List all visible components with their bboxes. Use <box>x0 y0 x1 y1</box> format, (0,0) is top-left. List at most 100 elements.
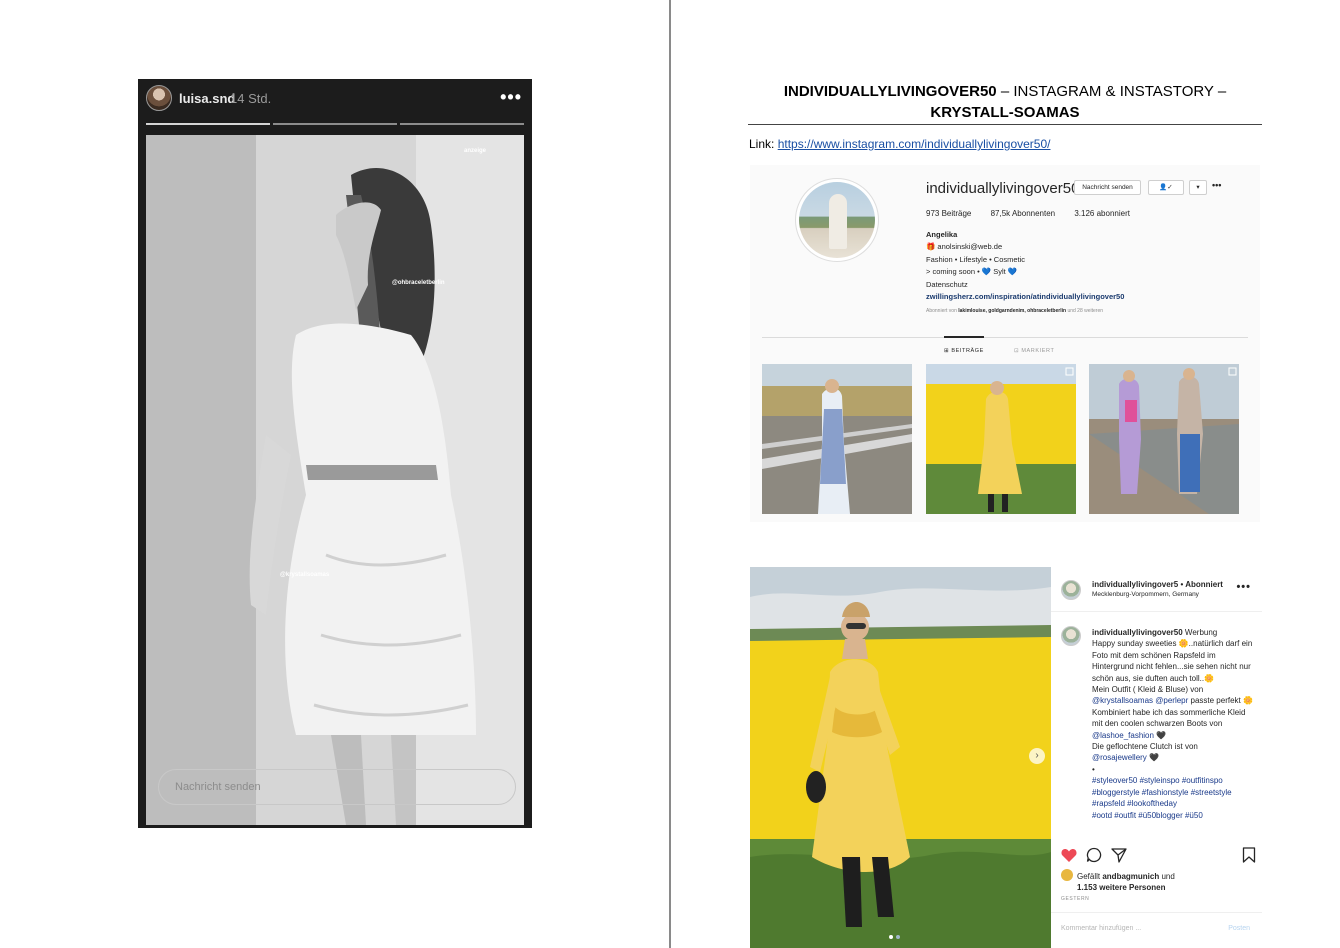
follow-status[interactable]: • Abonniert <box>1178 580 1223 589</box>
link-label: Link: <box>749 137 778 151</box>
post-author-avatar[interactable] <box>1061 580 1081 600</box>
instagram-profile-screenshot: individuallylivingover50 Nachricht sende… <box>750 165 1260 522</box>
story-progress-segment <box>400 123 524 125</box>
followed-by: Abonniert von lakimlouise, goldgarndenim… <box>926 308 1103 314</box>
following-count[interactable]: 3.126 abonniert <box>1074 209 1130 218</box>
profile-url-link[interactable]: https://www.instagram.com/individuallyli… <box>778 137 1051 151</box>
profile-tabs-divider <box>762 337 1248 338</box>
likes-mid: und <box>1159 872 1175 881</box>
bio-line: Datenschutz <box>926 279 968 289</box>
posts-count: 973 Beiträge <box>926 209 972 218</box>
followers-count[interactable]: 87,5k Abonnenten <box>991 209 1056 218</box>
grid-post-image <box>1089 364 1239 514</box>
story-header: luisa.snd 14 Std. ••• <box>138 79 532 119</box>
caption-username[interactable]: individuallylivingover50 <box>1092 628 1183 637</box>
grid-post-image <box>926 364 1076 514</box>
next-image-icon[interactable]: › <box>1029 748 1045 764</box>
story-username[interactable]: luisa.snd <box>179 91 235 106</box>
profile-username: individuallylivingover50 <box>926 180 1080 197</box>
post-header-divider <box>1051 611 1262 612</box>
hashtags[interactable]: #ootd #outfit #ü50blogger #ü50 <box>1092 810 1255 821</box>
comment-input[interactable]: Kommentar hinzufügen ... <box>1061 925 1141 932</box>
caption-text: 🖤 <box>1153 730 1167 740</box>
document-link-line: Link: https://www.instagram.com/individu… <box>749 137 1050 151</box>
story-progress-segment <box>146 123 270 125</box>
story-avatar[interactable] <box>146 85 172 111</box>
bio-website-link[interactable]: zwillingsherz.com/inspiration/atindividu… <box>926 291 1124 303</box>
comment-icon[interactable] <box>1086 847 1102 863</box>
mention-link[interactable]: @perlepr <box>1153 696 1188 705</box>
grid-post[interactable] <box>762 364 912 514</box>
followed-by-names[interactable]: lakimlouise, goldgarndenim, ohbraceletbe… <box>958 308 1066 314</box>
caption-text: Werbung <box>1182 628 1218 637</box>
post-author: individuallylivingover5 • Abonniert <box>1092 580 1223 589</box>
liker-avatar[interactable] <box>1061 869 1073 881</box>
post-comment-button[interactable]: Posten <box>1228 925 1250 932</box>
caption-text: Die geflochtene Clutch ist von <box>1092 742 1198 752</box>
likes-count[interactable]: 1.153 weitere Personen <box>1077 883 1166 892</box>
grid-post-image <box>762 364 912 514</box>
title-suffix: – INSTAGRAM & INSTASTORY – <box>996 83 1227 100</box>
caption-text: Mein Outfit ( Kleid & Bluse) von <box>1092 685 1204 695</box>
grid-post[interactable] <box>926 364 1076 514</box>
caption-text: 🖤 <box>1146 753 1159 763</box>
post-actions <box>1061 847 1256 865</box>
story-timestamp: 14 Std. <box>230 91 272 106</box>
mention-link[interactable]: @rosajewellery <box>1092 753 1147 762</box>
bio-line: Fashion • Lifestyle • Cosmetic <box>926 254 1026 264</box>
post-date: GESTERN <box>1061 896 1090 902</box>
bio-email: 🎁 anolsinski@web.de <box>926 242 1003 252</box>
comment-divider <box>1051 912 1262 913</box>
document-title: INDIVIDUALLYLIVINGOVER50 – INSTAGRAM & I… <box>750 81 1260 123</box>
title-underline <box>748 124 1262 125</box>
post-caption: individuallylivingover50 Werbung Happy s… <box>1092 627 1255 839</box>
caption-text: passte perfekt 🌼 <box>1188 696 1253 706</box>
share-icon[interactable] <box>1111 847 1127 863</box>
followed-by-suffix: und 28 weiteren <box>1066 308 1104 314</box>
story-tag-anzeige: anzeige <box>464 148 487 154</box>
profile-bio: Angelika 🎁 anolsinski@web.de Fashion • L… <box>926 229 1124 303</box>
title-account: INDIVIDUALLYLIVINGOVER50 <box>783 83 997 100</box>
story-image: anzeige @ohbraceletberlin @krystallsoama… <box>146 135 524 825</box>
likes-summary: Gefällt andbagmunich und 1.153 weitere P… <box>1061 869 1175 893</box>
mention-link[interactable]: @lashoe_fashion <box>1092 731 1154 740</box>
followed-by-prefix: Abonniert von <box>926 308 959 314</box>
bio-name: Angelika <box>926 230 958 239</box>
more-options-icon[interactable]: ••• <box>500 87 522 108</box>
likes-prefix: Gefällt <box>1077 872 1103 881</box>
active-tab-indicator <box>944 336 984 338</box>
following-button[interactable]: 👤✓ <box>1148 180 1184 195</box>
title-brand: KRYSTALL-SOAMAS <box>930 104 1080 121</box>
story-message-input[interactable]: Nachricht senden <box>158 769 516 805</box>
profile-avatar[interactable] <box>795 178 879 262</box>
story-photo-illustration <box>146 135 524 825</box>
post-photo-illustration <box>750 567 1051 948</box>
like-heart-icon[interactable] <box>1061 848 1077 863</box>
caption-text: Happy sunday sweeties 🌼..natürlich darf … <box>1092 639 1253 683</box>
grid-post[interactable] <box>1089 364 1239 514</box>
tab-posts[interactable]: ⊞ BEITRÄGE <box>944 348 984 354</box>
suggestions-dropdown-button[interactable]: ▾ <box>1189 180 1207 195</box>
story-progress-bars <box>146 123 524 126</box>
post-more-icon[interactable]: ••• <box>1236 581 1251 593</box>
save-bookmark-icon[interactable] <box>1242 847 1256 863</box>
story-tag-brand[interactable]: @krystallsoamas <box>280 572 329 578</box>
instagram-story: luisa.snd 14 Std. ••• anzeige @ohbracele… <box>138 79 532 828</box>
tab-tagged[interactable]: ⊡ MARKIERT <box>1014 348 1054 354</box>
caption-avatar[interactable] <box>1061 626 1081 646</box>
bio-line: > coming soon • 💙 Sylt 💙 <box>926 267 1018 277</box>
post-sidebar: individuallylivingover5 • Abonniert Meck… <box>1051 567 1262 948</box>
story-tag-bracelet[interactable]: @ohbraceletberlin <box>392 280 445 286</box>
post-location[interactable]: Mecklenburg-Vorpommern, Germany <box>1092 591 1199 598</box>
caption-text: Kombiniert habe ich das sommerliche Klei… <box>1092 707 1246 729</box>
story-progress-segment <box>273 123 397 125</box>
hashtags[interactable]: #styleover50 #styleinspo #outfitinspo #b… <box>1092 775 1255 809</box>
post-author-username[interactable]: individuallylivingover5 <box>1092 580 1178 589</box>
profile-stats: 973 Beiträge 87,5k Abonnenten 3.126 abon… <box>926 209 1147 218</box>
page-divider <box>669 0 671 948</box>
liker-username[interactable]: andbagmunich <box>1102 872 1159 881</box>
mention-link[interactable]: @krystallsoamas <box>1092 696 1153 705</box>
send-message-button[interactable]: Nachricht senden <box>1074 180 1141 195</box>
caption-text: • <box>1092 764 1095 774</box>
profile-more-icon[interactable]: ••• <box>1212 180 1221 190</box>
